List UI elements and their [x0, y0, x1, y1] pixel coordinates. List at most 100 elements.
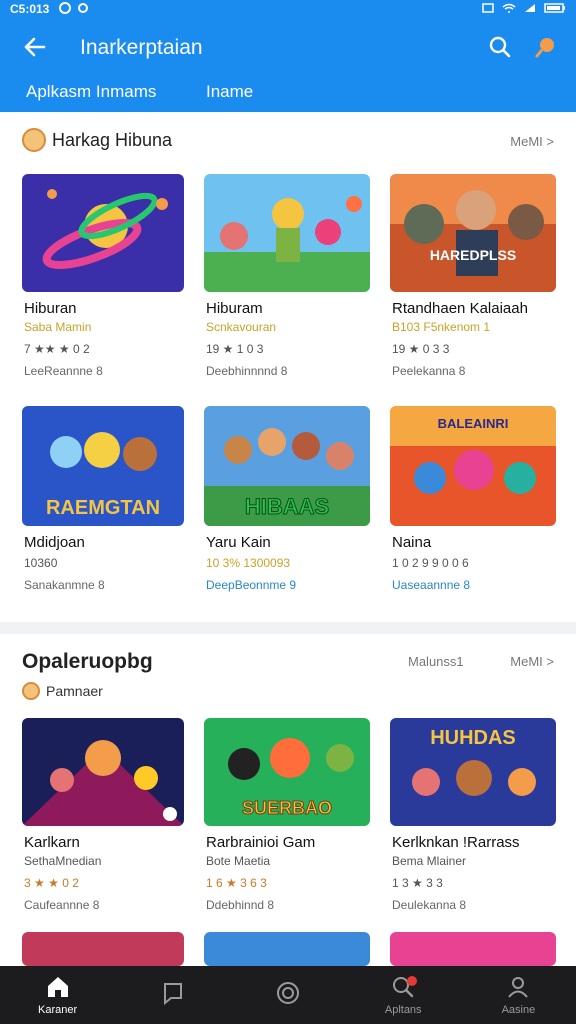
thumbnail-label: BALEAINRI — [438, 416, 509, 431]
app-rating: 7 ★★ ★ 0 2 — [24, 342, 90, 356]
tab-apps[interactable]: Aplkasm Inmams — [26, 82, 156, 102]
app-thumbnail — [22, 174, 184, 292]
nav-search[interactable]: Apltans — [346, 966, 461, 1024]
app-name: Mdidjoan — [24, 534, 85, 551]
profile-icon — [508, 977, 529, 998]
app-developer: Bote Maetia — [206, 854, 271, 868]
nav-label: Apltans — [384, 1004, 422, 1016]
thumbnail-label: HUHDAS — [430, 727, 516, 749]
chat-icon — [163, 983, 182, 1006]
bottom-nav: Karaner Apltans Aasine — [0, 966, 576, 1024]
notification-badge — [406, 976, 417, 986]
app-size: 10360 — [24, 556, 58, 570]
app-rating: 3 ★ ★ 0 2 — [24, 876, 79, 890]
section-avatar-icon — [22, 128, 46, 152]
home-icon — [47, 977, 68, 997]
circle-icon — [277, 982, 299, 1004]
thumbnail-label: SUERBAO — [242, 798, 332, 818]
status-bar: C5:013 — [0, 0, 576, 18]
app-meta: LeeReannne 8 — [24, 364, 103, 378]
sort-link[interactable]: Malunss1 — [408, 654, 464, 669]
app-name: Yaru Kain — [206, 534, 271, 551]
app-card[interactable]: Karlkarn SethaMnedian 3 ★ ★ 0 2 Caufeann… — [22, 718, 190, 918]
app-thumbnail: BALEAINRI — [390, 406, 556, 526]
app-thumbnail — [22, 718, 184, 826]
nav-circle[interactable] — [230, 966, 345, 1024]
app-thumbnail — [204, 174, 370, 292]
app-thumbnail[interactable] — [204, 932, 370, 966]
app-developer: Scnkavouran — [206, 320, 277, 334]
app-meta: Deulekanna 8 — [392, 898, 467, 912]
app-card[interactable]: SUERBAO Rarbrainioi Gam Bote Maetia 1 6 … — [204, 718, 372, 918]
app-title: Inarkerptaian — [80, 36, 203, 59]
app-name: Karlkarn — [24, 834, 80, 851]
app-card[interactable]: Hiburam Scnkavouran 19 ★ 1 0 3 Deebhinnn… — [204, 174, 372, 388]
app-thumbnail[interactable] — [22, 932, 184, 966]
app-rating: 1 6 ★ 3 6 3 — [206, 876, 267, 890]
section-subtitle: Pamnaer — [46, 683, 103, 699]
app-thumbnail: SUERBAO — [204, 718, 370, 826]
app-card[interactable]: BALEAINRI Naina 1 0 2 9 9 0 0 6 Uaseaann… — [390, 406, 558, 606]
app-card[interactable]: HUHDAS Kerlknkan !Rarrass Bema Mlainer 1… — [390, 718, 558, 918]
battery-icon — [544, 2, 566, 16]
app-developer: SethaMnedian — [24, 854, 102, 868]
app-meta: Uaseaannne 8 — [392, 578, 471, 592]
app-card[interactable]: Hiburan Saba Mamin 7 ★★ ★ 0 2 LeeReannne… — [22, 174, 190, 388]
sync-icon — [77, 2, 89, 17]
app-meta: Deebhinnnnd 8 — [206, 364, 288, 378]
thumbnail-label: HIBAAS — [245, 494, 329, 519]
app-thumbnail: RAEMGTAN — [22, 406, 184, 526]
thumbnail-label: RAEMGTAN — [46, 497, 160, 519]
app-meta: DeepBeonnme 9 — [206, 578, 297, 592]
app-card[interactable]: HIBAAS Yaru Kain 10 3% 1300093 DeepBeonn… — [204, 406, 372, 606]
app-size: 10 3% 1300093 — [206, 556, 291, 570]
app-meta: Ddebhinnd 8 — [206, 898, 275, 912]
search-icon[interactable] — [488, 35, 512, 59]
app-rating: 1 3 ★ 3 3 — [392, 876, 443, 890]
app-thumbnail: HAREDPLSS — [390, 174, 556, 292]
status-time: C5:013 — [10, 2, 50, 16]
app-bar: Inarkerptaian Aplkasm Inmams Iname — [0, 18, 576, 112]
nav-chat[interactable] — [115, 966, 230, 1024]
app-meta: Caufeannne 8 — [24, 898, 100, 912]
app-developer: Saba Mamin — [24, 320, 92, 334]
app-meta: Peelekanna 8 — [392, 364, 466, 378]
nav-label: Karaner — [38, 1004, 78, 1016]
app-size: 1 0 2 9 9 0 0 6 — [392, 556, 469, 570]
section-title: Opaleruopbg — [22, 650, 153, 673]
app-name: Rarbrainioi Gam — [206, 834, 316, 851]
tab-name[interactable]: Iname — [206, 82, 253, 102]
popular-section: Opaleruopbg Malunss1 MeMI > Pamnaer Karl… — [0, 634, 576, 966]
app-rating: 19 ★ 0 3 3 — [392, 342, 450, 356]
nav-label: Aasine — [501, 1004, 536, 1016]
signal-icon — [524, 2, 536, 16]
nav-profile[interactable]: Aasine — [461, 966, 576, 1024]
cast-icon — [482, 2, 494, 16]
more-link[interactable]: MeMI > — [510, 134, 554, 149]
section-header: Harkag Hibuna — [22, 128, 172, 152]
app-thumbnail: HIBAAS — [204, 406, 370, 526]
more-link[interactable]: MeMI > — [510, 654, 554, 669]
app-card[interactable]: HAREDPLSS Rtandhaen Kalaiaah B103 F5nken… — [390, 174, 558, 388]
section-subheader: Pamnaer — [22, 682, 103, 700]
app-name: Rtandhaen Kalaiaah — [392, 300, 528, 317]
section-title: Harkag Hibuna — [52, 129, 173, 150]
app-thumbnail: HUHDAS — [390, 718, 556, 826]
wifi-icon — [502, 2, 516, 16]
app-developer: B103 F5nkenom 1 — [392, 320, 491, 334]
section-avatar-icon — [22, 682, 40, 700]
app-meta: Sanakanmne 8 — [24, 578, 105, 592]
back-arrow-icon[interactable] — [22, 34, 48, 60]
section-header: Opaleruopbg — [22, 650, 153, 674]
app-name: Kerlknkan !Rarrass — [392, 834, 520, 851]
account-icon[interactable] — [534, 35, 558, 59]
app-name: Hiburan — [24, 300, 77, 317]
app-thumbnail[interactable] — [390, 932, 556, 966]
app-name: Naina — [392, 534, 432, 551]
featured-section: Harkag Hibuna MeMI > Hiburan Saba Mamin … — [0, 112, 576, 622]
nav-home[interactable]: Karaner — [0, 966, 115, 1024]
app-name: Hiburam — [206, 300, 263, 317]
app-card[interactable]: RAEMGTAN Mdidjoan 10360 Sanakanmne 8 — [22, 406, 190, 606]
app-developer: Bema Mlainer — [392, 854, 467, 868]
notification-icon — [59, 1, 72, 17]
